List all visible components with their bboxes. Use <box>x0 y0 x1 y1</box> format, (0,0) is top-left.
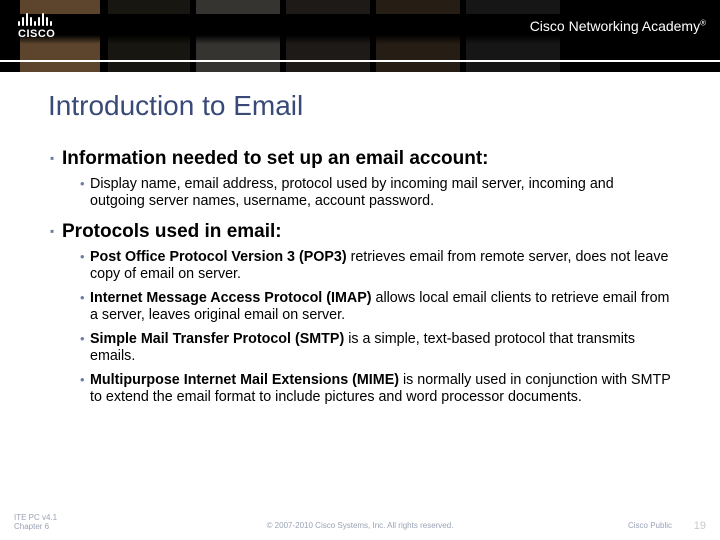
section-heading: ▪Information needed to set up an email a… <box>50 148 672 170</box>
bullet-lead: Multipurpose Internet Mail Extensions (M… <box>90 372 399 388</box>
dot-bullet-icon: • <box>80 290 85 306</box>
bullet-text: Display name, email address, protocol us… <box>90 176 614 209</box>
header-divider <box>0 60 720 62</box>
section-heading-text: Information needed to set up an email ac… <box>62 148 489 169</box>
bullet-list: •Post Office Protocol Version 3 (POP3) r… <box>48 249 672 407</box>
list-item: •Post Office Protocol Version 3 (POP3) r… <box>80 249 672 284</box>
dot-bullet-icon: • <box>80 331 85 347</box>
bullet-list: • Display name, email address, protocol u… <box>48 176 672 211</box>
slide-header: CISCO Cisco Networking Academy® <box>0 0 720 72</box>
slide-footer: ITE PC v4.1 Chapter 6 © 2007-2010 Cisco … <box>0 514 720 540</box>
bullet-lead: Post Office Protocol Version 3 (POP3) <box>90 249 347 265</box>
cisco-bars-icon <box>18 10 55 26</box>
cisco-logo-text: CISCO <box>18 28 55 40</box>
list-item: • Display name, email address, protocol u… <box>80 176 672 211</box>
square-bullet-icon: ▪ <box>50 224 62 238</box>
footer-classification: Cisco Public <box>628 521 672 530</box>
bullet-lead: Simple Mail Transfer Protocol (SMTP) <box>90 331 344 347</box>
section-account-info: ▪Information needed to set up an email a… <box>48 148 672 211</box>
section-heading: ▪Protocols used in email: <box>50 221 672 243</box>
footer-copyright: © 2007-2010 Cisco Systems, Inc. All righ… <box>0 521 720 530</box>
section-protocols: ▪Protocols used in email: • Post Office P… <box>48 221 672 407</box>
section-heading-text: Protocols used in email: <box>62 221 282 242</box>
brand-trademark: ® <box>700 18 706 27</box>
cisco-logo: CISCO <box>18 10 55 40</box>
dot-bullet-icon: • <box>80 372 85 388</box>
slide-title: Introduction to Email <box>48 90 672 122</box>
dot-bullet-icon: • <box>80 176 85 192</box>
brand-text: Cisco Networking Academy <box>530 18 700 34</box>
brand-title: Cisco Networking Academy® <box>530 18 706 34</box>
page-number: 19 <box>694 520 706 532</box>
list-item: •Simple Mail Transfer Protocol (SMTP) is… <box>80 331 672 366</box>
list-item: • Multipurpose Internet Mail Extensions (… <box>80 372 672 407</box>
slide-content: Introduction to Email ▪Information neede… <box>0 72 720 406</box>
square-bullet-icon: ▪ <box>50 151 62 165</box>
bullet-lead: Internet Message Access Protocol (IMAP) <box>90 290 372 306</box>
list-item: • Internet Message Access Protocol (IMAP)… <box>80 290 672 325</box>
dot-bullet-icon: • <box>80 249 85 265</box>
